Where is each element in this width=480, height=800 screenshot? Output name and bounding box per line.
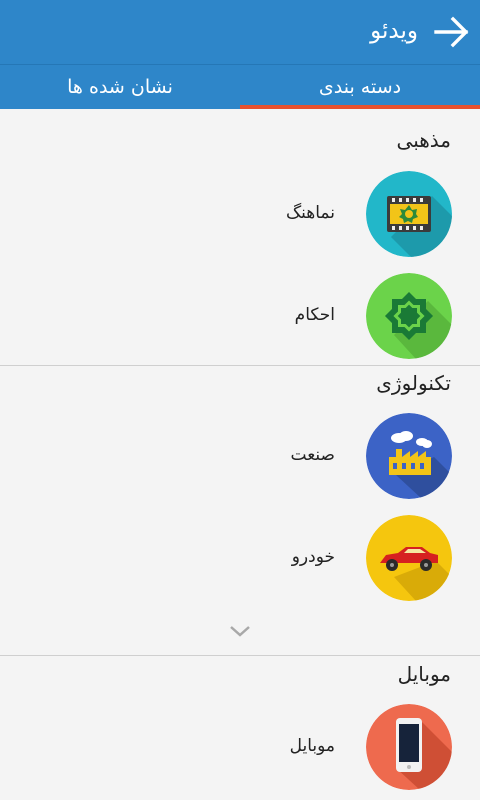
chevron-down-icon bbox=[230, 626, 250, 637]
list-item-label: موبایل bbox=[289, 736, 335, 756]
section-title-religious: مذهبی bbox=[396, 128, 451, 152]
expand-more-button[interactable] bbox=[228, 622, 252, 640]
list-item-mobile[interactable]: موبایل bbox=[0, 701, 480, 791]
section-title-mobile: موبایل bbox=[397, 662, 451, 686]
section-divider bbox=[0, 655, 480, 656]
mobile-phone-icon bbox=[366, 704, 452, 790]
list-item-rulings[interactable]: احکام bbox=[0, 270, 480, 360]
list-item-label: نماهنگ bbox=[285, 203, 335, 223]
list-item-music-video[interactable]: نماهنگ bbox=[0, 168, 480, 258]
tab-categories[interactable]: دسته بندی bbox=[240, 65, 480, 109]
list-item-automotive[interactable]: خودرو bbox=[0, 512, 480, 602]
islamic-star-icon bbox=[366, 273, 452, 359]
film-reel-icon bbox=[366, 171, 452, 257]
list-item-label: احکام bbox=[294, 305, 335, 325]
back-button[interactable] bbox=[432, 12, 472, 52]
app-bar: ویدئو bbox=[0, 0, 480, 64]
page-title: ویدئو bbox=[370, 18, 418, 44]
arrow-right-icon bbox=[434, 16, 469, 48]
car-icon bbox=[366, 515, 452, 601]
section-title-technology: تکنولوژی bbox=[376, 371, 451, 395]
tab-bar: دسته بندی نشان شده ها bbox=[0, 64, 480, 109]
list-item-label: صنعت bbox=[290, 445, 335, 465]
tab-bookmarked[interactable]: نشان شده ها bbox=[0, 65, 240, 109]
section-divider bbox=[0, 365, 480, 366]
tab-indicator bbox=[240, 105, 480, 109]
factory-icon bbox=[366, 413, 452, 499]
list-item-label: خودرو bbox=[291, 547, 335, 567]
list-item-industry[interactable]: صنعت bbox=[0, 410, 480, 500]
